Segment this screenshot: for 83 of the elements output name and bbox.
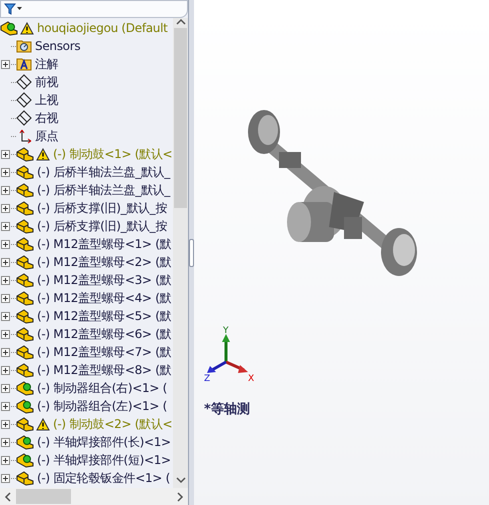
tree-item[interactable]: 右视 bbox=[0, 109, 173, 127]
tree-item[interactable]: (-) M12盖型螺母<7> (默 bbox=[0, 343, 173, 361]
part-icon bbox=[16, 470, 34, 486]
expand-icon[interactable] bbox=[1, 150, 10, 158]
part-icon bbox=[16, 416, 34, 432]
tree-item[interactable]: 前视 bbox=[0, 73, 173, 91]
expand-icon[interactable] bbox=[1, 294, 10, 302]
scroll-up-icon[interactable] bbox=[176, 18, 186, 26]
tree-root[interactable]: houqiaojiegou (Default bbox=[0, 19, 173, 37]
expand-icon[interactable] bbox=[1, 222, 10, 230]
folder-icon bbox=[16, 39, 32, 53]
part-icon bbox=[16, 146, 34, 162]
expand-icon[interactable] bbox=[1, 240, 10, 248]
tree-item[interactable]: 原点 bbox=[0, 127, 173, 145]
tree-item[interactable]: (-) M12盖型螺母<8> (默 bbox=[0, 361, 173, 379]
scroll-down-icon[interactable] bbox=[176, 476, 186, 484]
horizontal-scrollbar[interactable] bbox=[0, 488, 188, 505]
part-icon bbox=[16, 290, 34, 306]
assembly-icon bbox=[16, 452, 34, 468]
axis-label: X bbox=[248, 374, 254, 384]
tree-item[interactable]: (-) 后桥支撑(旧)_默认_按 bbox=[0, 217, 173, 235]
tree-item[interactable]: (-) M12盖型螺母<1> (默 bbox=[0, 235, 173, 253]
plane-icon bbox=[16, 92, 32, 108]
expand-icon[interactable] bbox=[1, 438, 10, 446]
tree-item[interactable]: (-) 固定轮毂钣金件<1> ( bbox=[0, 469, 173, 487]
tree-item[interactable]: (-) 半轴焊接部件(短)<1> bbox=[0, 451, 173, 469]
plane-icon bbox=[16, 110, 32, 126]
part-icon bbox=[16, 272, 34, 288]
part-icon bbox=[16, 308, 34, 324]
part-icon bbox=[16, 344, 34, 360]
expand-icon[interactable] bbox=[1, 204, 10, 212]
assembly-icon bbox=[16, 434, 34, 450]
tree-item[interactable]: (-) 后桥半轴法兰盘_默认_ bbox=[0, 163, 173, 181]
expand-icon[interactable] bbox=[1, 366, 10, 374]
axis-triad-drawing bbox=[207, 334, 248, 373]
tree-item[interactable]: (-) 制动器组合(左)<1> ( bbox=[0, 397, 173, 415]
tree-item[interactable]: (-) M12盖型螺母<4> (默 bbox=[0, 289, 173, 307]
annotation-icon bbox=[16, 57, 32, 71]
expand-icon[interactable] bbox=[1, 312, 10, 320]
expand-icon[interactable] bbox=[1, 186, 10, 194]
view-label: *等轴测 bbox=[204, 401, 251, 418]
plane-icon bbox=[16, 74, 32, 90]
axis-label: Z bbox=[204, 374, 210, 384]
axis-label: Y bbox=[223, 326, 228, 336]
expand-icon[interactable] bbox=[1, 474, 10, 482]
expand-icon[interactable] bbox=[1, 258, 10, 266]
expand-icon[interactable] bbox=[1, 384, 10, 392]
part-icon bbox=[16, 236, 34, 252]
assembly-icon bbox=[16, 380, 34, 396]
tree-item[interactable]: (-) 半轴焊接部件(长)<1> bbox=[0, 433, 173, 451]
part-icon bbox=[16, 362, 34, 378]
assembly-icon bbox=[16, 398, 34, 414]
part-icon bbox=[16, 218, 34, 234]
vertical-scrollbar[interactable] bbox=[173, 18, 188, 488]
part-icon bbox=[16, 200, 34, 216]
tree-item[interactable]: (-) 后桥半轴法兰盘_默认_ bbox=[0, 181, 173, 199]
assembly-icon bbox=[0, 20, 18, 36]
expand-icon[interactable] bbox=[1, 168, 10, 176]
part-icon bbox=[16, 164, 34, 180]
tree-item[interactable]: (-) M12盖型螺母<2> (默 bbox=[0, 253, 173, 271]
tree-item[interactable]: (-) 制动鼓<1> (默认< bbox=[0, 145, 173, 163]
scroll-right-icon[interactable] bbox=[176, 492, 184, 502]
tree-item[interactable]: (-) M12盖型螺母<6> (默 bbox=[0, 325, 173, 343]
expand-icon[interactable] bbox=[1, 60, 10, 68]
tree-item[interactable]: (-) 制动鼓<2> (默认< bbox=[0, 415, 173, 433]
part-icon bbox=[16, 182, 34, 198]
tree-item[interactable]: 上视 bbox=[0, 91, 173, 109]
tree-item[interactable]: (-) 后桥支撑(旧)_默认_按 bbox=[0, 199, 173, 217]
tree-item[interactable]: (-) 制动器组合(右)<1> ( bbox=[0, 379, 173, 397]
part-icon bbox=[16, 326, 34, 342]
part-icon bbox=[16, 254, 34, 270]
filter-icon[interactable] bbox=[4, 3, 22, 15]
expand-icon[interactable] bbox=[1, 348, 10, 356]
tree-item[interactable]: (-) M12盖型螺母<3> (默 bbox=[0, 271, 173, 289]
tree-item[interactable]: 注解 bbox=[0, 55, 173, 73]
expand-icon[interactable] bbox=[1, 402, 10, 410]
expand-icon[interactable] bbox=[1, 420, 10, 428]
expand-icon[interactable] bbox=[1, 330, 10, 338]
expand-icon[interactable] bbox=[1, 276, 10, 284]
tree-item[interactable]: Sensors bbox=[0, 37, 173, 55]
scroll-left-icon[interactable] bbox=[4, 492, 12, 502]
expand-icon[interactable] bbox=[1, 456, 10, 464]
tree-item[interactable]: (-) M12盖型螺母<5> (默 bbox=[0, 307, 173, 325]
